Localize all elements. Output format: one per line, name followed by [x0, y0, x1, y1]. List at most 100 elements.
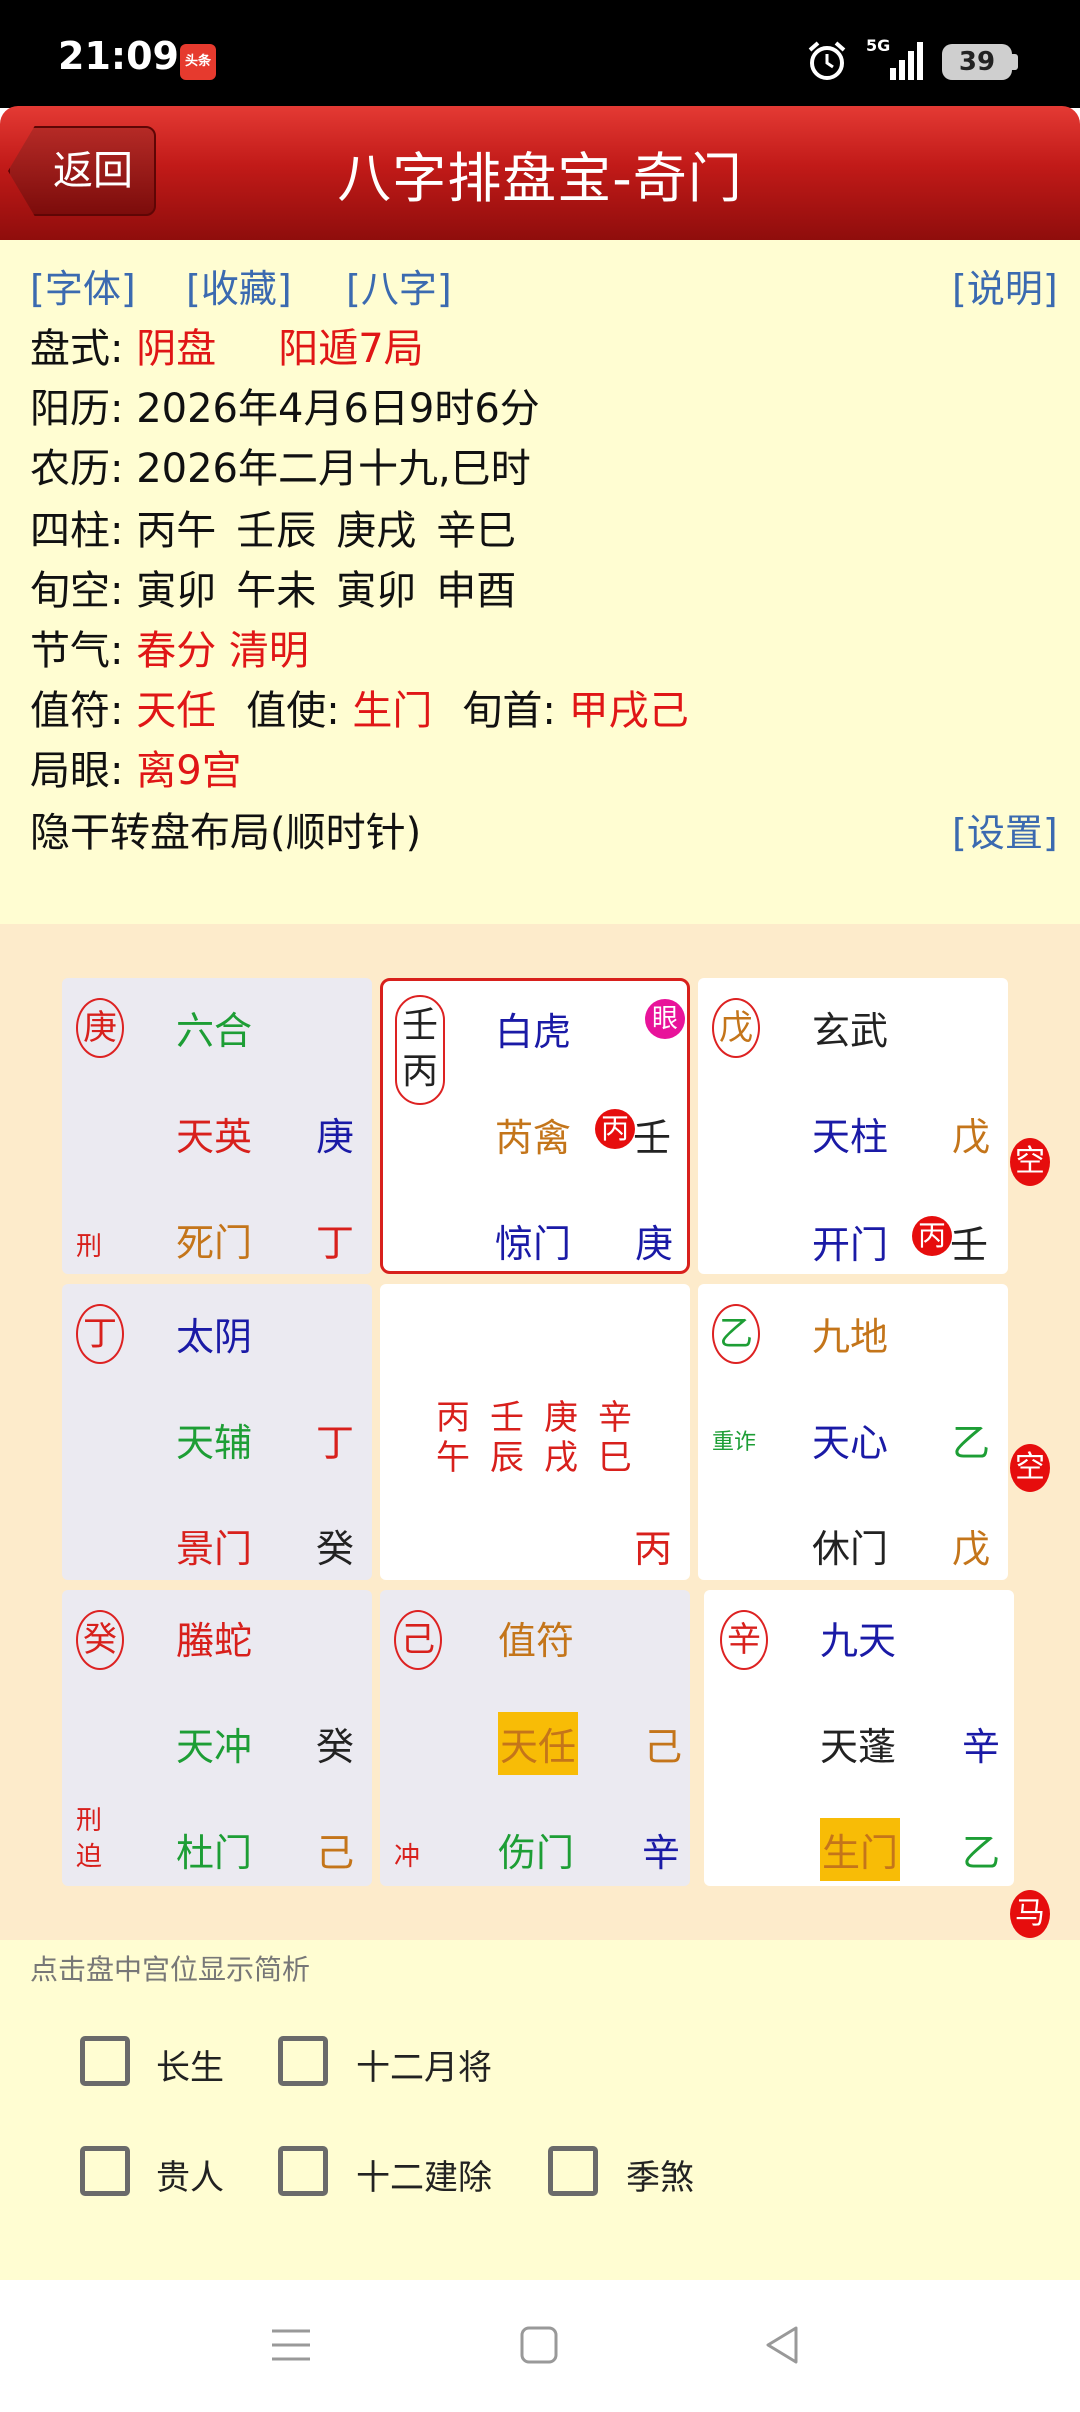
checkbox-jisha[interactable]	[548, 2146, 598, 2196]
pan-yin: 阴盘	[136, 326, 217, 372]
palace-cell-3[interactable]: 戊 玄武 天柱 戊 开门 丙 壬	[698, 978, 1008, 1274]
palace-2-star: 芮禽	[495, 1116, 572, 1160]
center-gan: 丙	[634, 1527, 673, 1571]
bazi-link[interactable]: [八字]	[346, 258, 452, 313]
palace-cell-6[interactable]: 乙 九地 重诈 天心 乙 休门 戊	[698, 1284, 1008, 1580]
toutiao-notification-icon: 头条	[180, 44, 216, 80]
palace-7-door-gan: 己	[316, 1831, 355, 1875]
solar-date-row: 阳历: 2026年4月6日9时6分	[30, 386, 540, 432]
palace-8-door-gan: 辛	[642, 1831, 681, 1875]
font-link[interactable]: [字体]	[30, 258, 136, 313]
palace-8-shen: 值符	[498, 1619, 575, 1663]
page-title: 八字排盘宝-奇门	[337, 147, 743, 210]
palace-6-mark: 重诈	[712, 1430, 757, 1455]
palace-3-door: 开门	[812, 1223, 889, 1267]
palace-cell-4[interactable]: 丁 太阴 天辅 丁 景门 癸	[62, 1284, 372, 1580]
palace-6-door: 休门	[812, 1527, 889, 1571]
juyan-row: 局眼: 离9宫	[30, 748, 242, 794]
palace-4-star-gan: 丁	[316, 1421, 355, 1465]
palace-2-door-gan: 庚	[635, 1222, 674, 1266]
pan-type-row: 盘式: 阴盘 阳遁7局	[30, 326, 424, 372]
palace-1-shen: 六合	[176, 1009, 253, 1053]
palace-cell-7[interactable]: 癸 螣蛇 天冲 癸 刑 迫 杜门 己	[62, 1590, 372, 1886]
palace-9-stem-circle: 辛	[720, 1610, 768, 1670]
palace-9-shen: 九天	[820, 1619, 897, 1663]
help-link[interactable]: [说明]	[952, 258, 1058, 313]
status-time: 21:09	[58, 34, 179, 78]
palace-6-shen: 九地	[812, 1315, 889, 1359]
palace-8-star: 天任	[498, 1712, 579, 1775]
back-nav-icon[interactable]	[760, 2322, 806, 2368]
qimen-board: 庚 六合 天英 庚 刑 死门 丁 壬 丙 白虎 眼 芮禽 丙 壬 惊门 庚 戊 …	[0, 924, 1080, 1940]
palace-7-shen: 螣蛇	[176, 1619, 253, 1663]
palace-1-door-gan: 丁	[316, 1221, 355, 1265]
options-panel: 长生 十二月将 贵人 十二建除 季煞	[0, 1940, 1080, 2280]
palace-9-door: 生门	[820, 1818, 901, 1881]
signal-icon	[890, 42, 923, 80]
battery-indicator: 39	[942, 44, 1012, 80]
navigation-bar	[0, 2280, 1080, 2412]
palace-7-mark-top: 刑	[76, 1806, 103, 1836]
center-branch-4: 巳	[598, 1438, 632, 1478]
layout-note: 隐干转盘布局(顺时针)	[30, 810, 422, 856]
palace-2-shen: 白虎	[495, 1010, 572, 1054]
center-branch-1: 午	[436, 1438, 470, 1478]
palace-1-mark: 刑	[76, 1232, 103, 1262]
palace-7-mark-bottom: 迫	[76, 1842, 103, 1872]
palace-8-door: 伤门	[498, 1831, 575, 1875]
palace-3-star-gan: 戊	[952, 1115, 991, 1159]
palace-4-door: 景门	[176, 1527, 253, 1571]
checkbox-jianchu[interactable]	[278, 2146, 328, 2196]
palace-1-star: 天英	[176, 1115, 253, 1159]
palace-3-door-gan: 壬	[950, 1223, 989, 1267]
palace-cell-2[interactable]: 壬 丙 白虎 眼 芮禽 丙 壬 惊门 庚	[380, 978, 690, 1274]
jieqi-row: 节气: 春分 清明	[30, 628, 309, 674]
palace-1-star-gan: 庚	[316, 1115, 355, 1159]
palace-8-star-gan: 己	[644, 1725, 683, 1769]
palace-cell-9[interactable]: 辛 九天 天蓬 辛 生门 乙	[704, 1590, 1014, 1886]
palace-2-star-gan: 壬	[633, 1116, 672, 1160]
palace-cell-1[interactable]: 庚 六合 天英 庚 刑 死门 丁	[62, 978, 372, 1274]
battery-tip	[1012, 54, 1018, 70]
palace-2-door: 惊门	[495, 1222, 572, 1266]
palace-3-shen: 玄武	[812, 1009, 889, 1053]
menu-icon[interactable]	[268, 2322, 314, 2368]
palace-cell-5[interactable]: 丙 壬 庚 辛 午 辰 戌 巳 丙	[380, 1284, 690, 1580]
palace-1-door: 死门	[176, 1221, 253, 1265]
collect-link[interactable]: [收藏]	[186, 258, 292, 313]
checkbox-changsheng[interactable]	[80, 2036, 130, 2086]
home-icon[interactable]	[516, 2322, 562, 2368]
palace-7-star-gan: 癸	[316, 1725, 355, 1769]
palace-7-stem-circle: 癸	[76, 1610, 124, 1670]
palace-2-star-badge: 丙	[595, 1109, 635, 1149]
settings-link[interactable]: [设置]	[952, 802, 1058, 857]
palace-4-stem-circle: 丁	[76, 1304, 124, 1364]
palace-cell-8[interactable]: 己 值符 天任 己 冲 伤门 辛	[380, 1590, 690, 1886]
palace-7-star: 天冲	[176, 1725, 253, 1769]
pan-ju: 阳遁7局	[278, 326, 424, 372]
palace-4-door-gan: 癸	[316, 1527, 355, 1571]
palace-3-star: 天柱	[812, 1115, 889, 1159]
palace-1-stem-circle: 庚	[76, 998, 124, 1058]
palace-7-door: 杜门	[176, 1831, 253, 1875]
palace-6-star-gan: 乙	[952, 1421, 991, 1465]
palace-6-stem-circle: 乙	[712, 1304, 760, 1364]
palace-9-star: 天蓬	[820, 1725, 897, 1769]
palace-2-stem-circle: 壬 丙	[395, 995, 445, 1105]
xunkong-row: 旬空: 寅卯 午未 寅卯 申酉	[30, 568, 517, 614]
center-branch-2: 辰	[490, 1438, 524, 1478]
center-branch-3: 戌	[544, 1438, 578, 1478]
palace-8-stem-circle: 己	[394, 1610, 442, 1670]
palace-4-star: 天辅	[176, 1421, 253, 1465]
checkbox-yuejiang[interactable]	[278, 2036, 328, 2086]
lunar-date-row: 农历: 2026年二月十九,巳时	[30, 446, 531, 492]
palace-9-star-gan: 辛	[962, 1725, 1001, 1769]
status-bar: 21:09 头条 5G 39	[0, 0, 1080, 108]
palace-4-shen: 太阴	[176, 1315, 253, 1359]
palace-8-mark: 冲	[394, 1842, 421, 1872]
checkbox-guiren[interactable]	[80, 2146, 130, 2196]
palace-3-stem-circle: 戊	[712, 998, 760, 1058]
palace-2-eye-badge: 眼	[645, 999, 685, 1039]
board-hint: 点击盘中宫位显示简析	[30, 1953, 311, 1986]
palace-3-door-badge: 丙	[912, 1216, 952, 1256]
